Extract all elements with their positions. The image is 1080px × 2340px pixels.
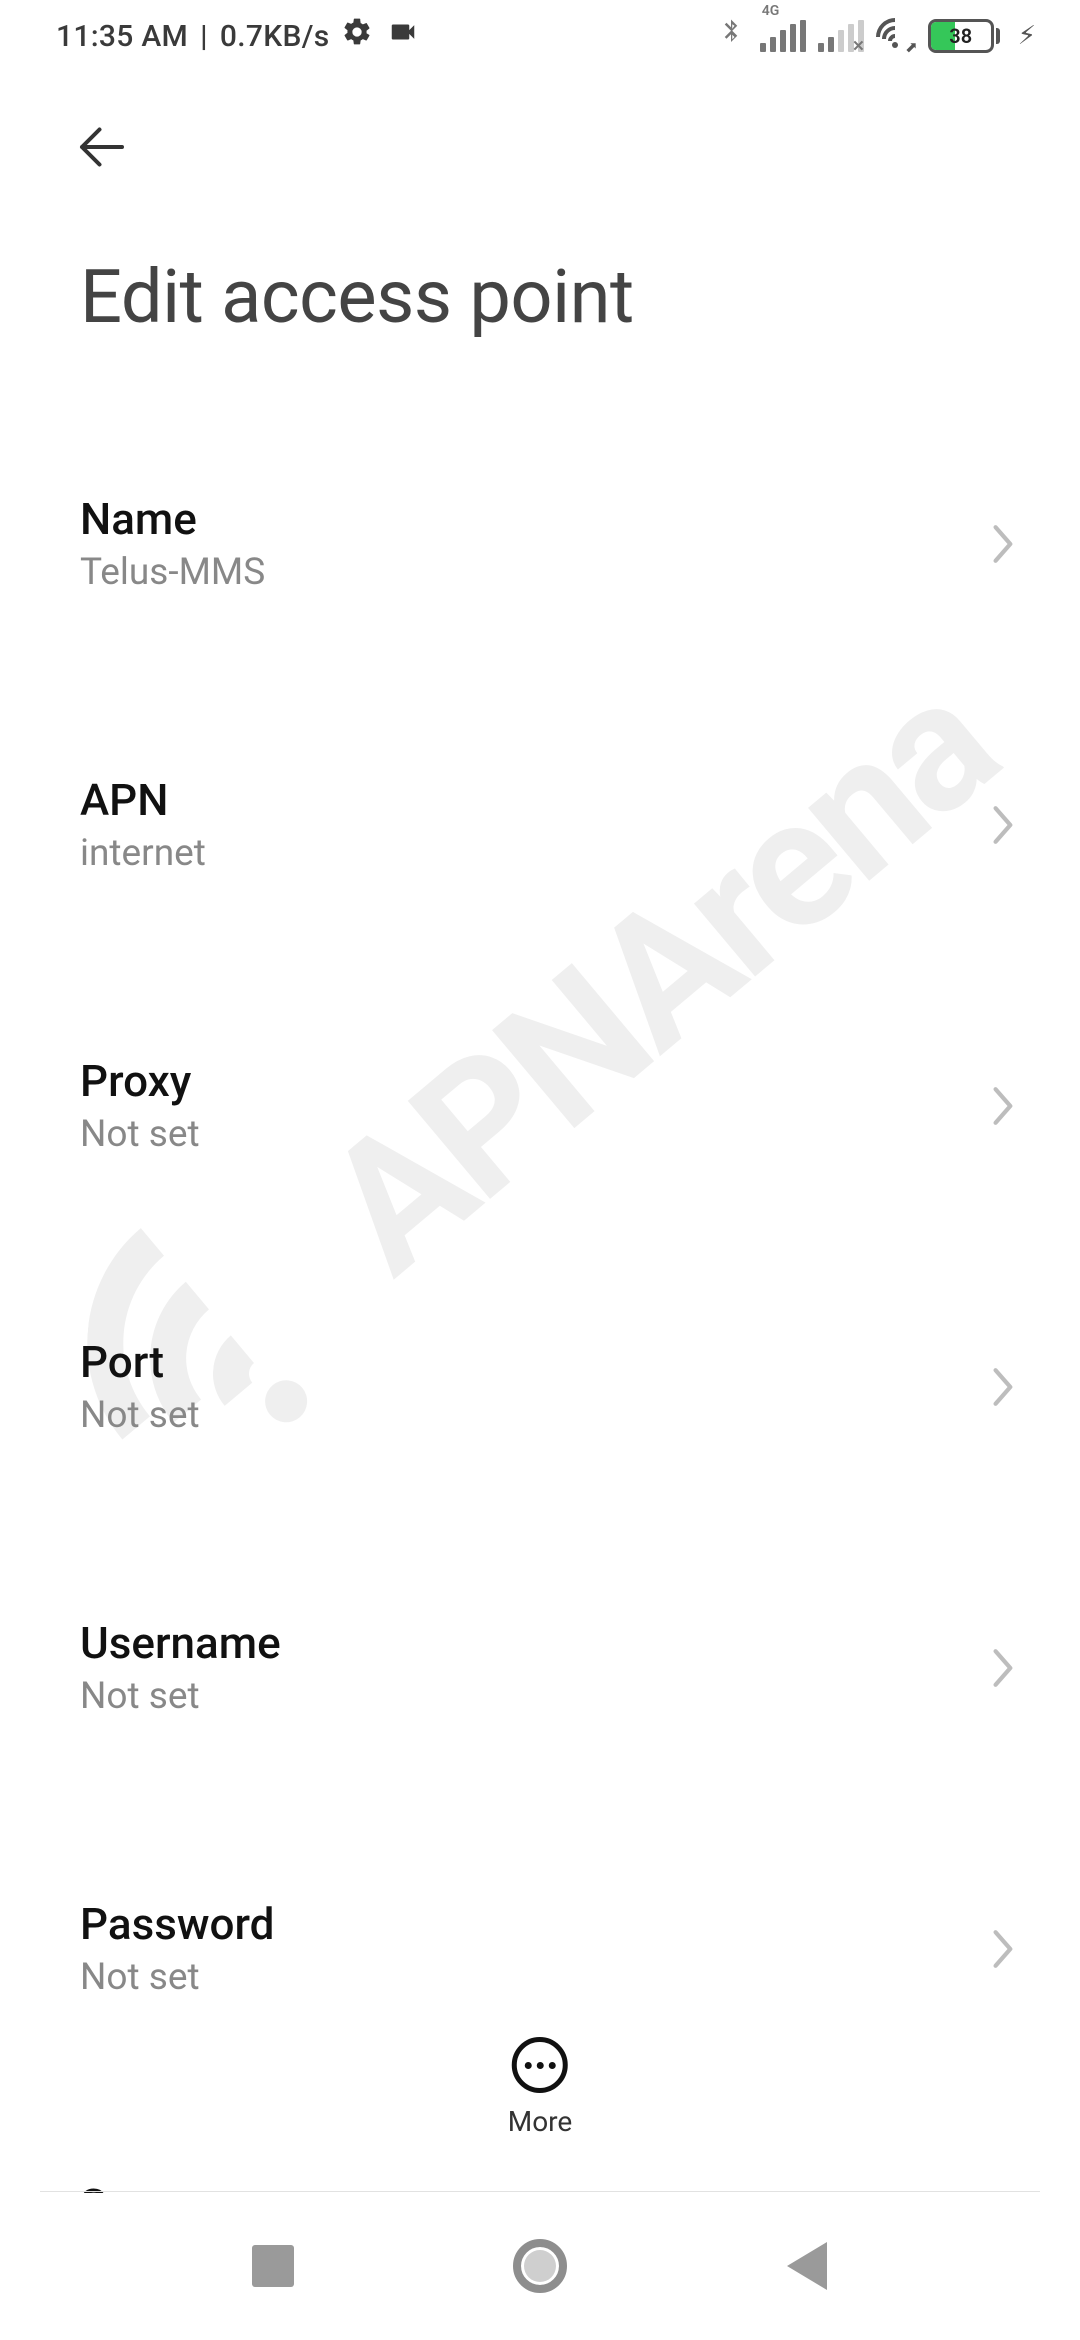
back-button[interactable]: [72, 112, 142, 182]
setting-value: internet: [80, 832, 984, 875]
square-icon: [252, 2245, 294, 2287]
status-time: 11:35 AM: [56, 19, 188, 54]
setting-label: Proxy: [80, 1055, 984, 1107]
status-sep: |: [200, 19, 208, 54]
navigation-bar: [0, 2192, 1080, 2340]
nav-recents-button[interactable]: [233, 2226, 313, 2306]
battery-icon: 38: [928, 19, 1000, 53]
more-label: More: [508, 2105, 573, 2138]
charging-icon: ⚡︎: [1018, 21, 1036, 51]
setting-row-name[interactable]: Name Telus-MMS: [80, 463, 1024, 634]
chevron-right-icon: [984, 1928, 1024, 1970]
settings-icon: [341, 16, 373, 56]
more-icon: [512, 2037, 568, 2093]
chevron-right-icon: [984, 804, 1024, 846]
setting-row-server[interactable]: ServerNot set: [80, 2139, 1024, 2193]
setting-label: Username: [80, 1617, 984, 1669]
setting-row-password[interactable]: Password Not set: [80, 1858, 1024, 2039]
setting-value: Not set: [80, 1675, 984, 1718]
chevron-right-icon: [984, 523, 1024, 565]
setting-label: Password: [80, 1898, 984, 1950]
setting-value: Not set: [80, 1956, 984, 1999]
setting-value: Not set: [80, 1394, 984, 1437]
chevron-right-icon: [984, 1085, 1024, 1127]
status-net-rate: 0.7KB/s: [220, 19, 330, 54]
setting-value: Not set: [80, 1113, 984, 1156]
more-button[interactable]: More: [508, 2037, 573, 2138]
status-bar: 11:35 AM | 0.7KB/s 4G ✕ ⬈ 38 ⚡︎: [0, 0, 1080, 72]
circle-icon: [513, 2239, 567, 2293]
nav-home-button[interactable]: [500, 2226, 580, 2306]
page-title: Edit access point: [72, 254, 1024, 341]
setting-row-username[interactable]: Username Not set: [80, 1577, 1024, 1758]
triangle-icon: [787, 2242, 827, 2290]
setting-row-proxy[interactable]: Proxy Not set: [80, 1015, 1024, 1196]
settings-list: NameTelus-MMSAPNinternetProxyNot setPort…: [0, 463, 1080, 2193]
setting-value: Telus-MMS: [80, 551, 984, 594]
nav-back-button[interactable]: [767, 2226, 847, 2306]
camera-icon: [385, 17, 421, 55]
wifi-icon: ⬈: [876, 20, 914, 52]
signal-1-icon: 4G: [760, 20, 804, 52]
signal-2-icon: ✕: [818, 20, 862, 52]
setting-label: Port: [80, 1336, 984, 1388]
setting-row-apn[interactable]: APN internet: [80, 734, 1024, 915]
setting-row-port[interactable]: Port Not set: [80, 1296, 1024, 1477]
chevron-right-icon: [984, 1366, 1024, 1408]
setting-label: APN: [80, 774, 984, 826]
bluetooth-icon: [716, 14, 746, 58]
app-bar: Edit access point: [0, 72, 1080, 341]
battery-percent: 38: [931, 22, 991, 50]
arrow-left-icon: [72, 117, 132, 177]
chevron-right-icon: [984, 1647, 1024, 1689]
setting-label: Name: [80, 493, 984, 545]
